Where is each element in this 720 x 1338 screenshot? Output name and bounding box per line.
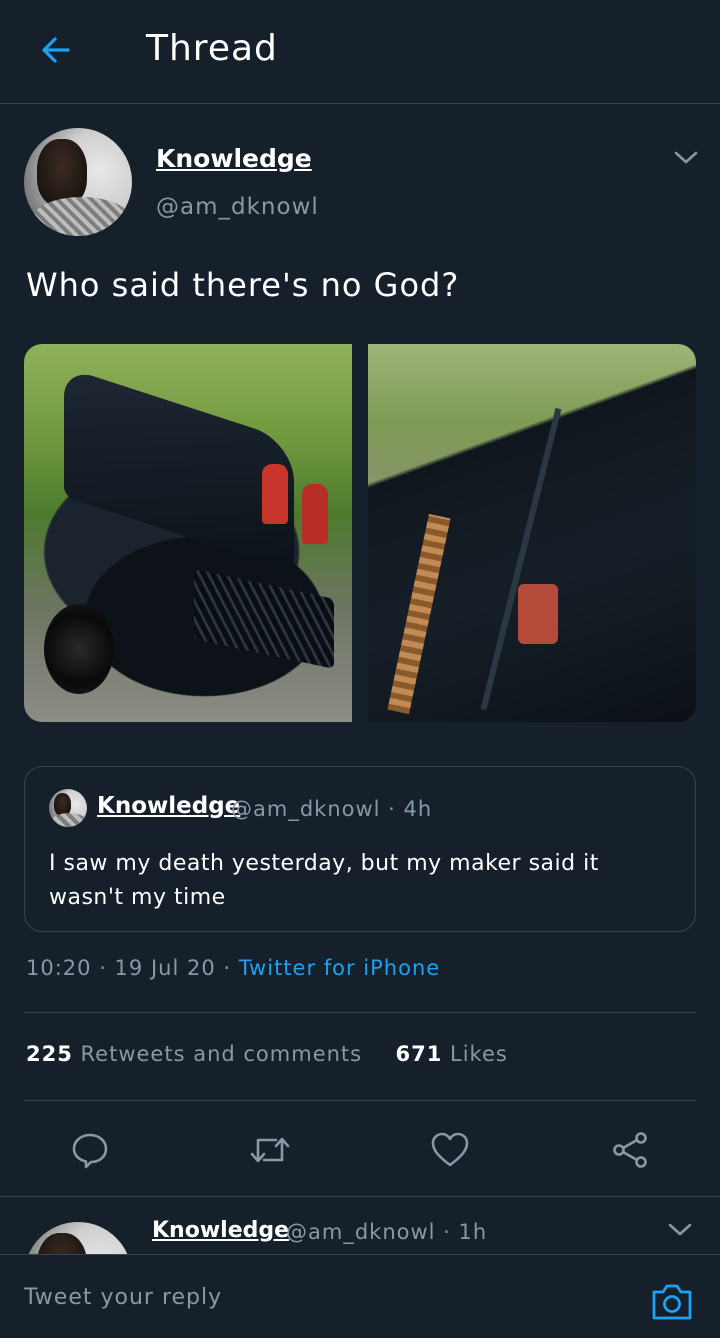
tweet-meta: 10:20 · 19 Jul 20 · Twitter for iPhone — [26, 956, 440, 980]
camera-button[interactable] — [648, 1281, 696, 1323]
author-name[interactable]: Knowledge — [156, 144, 312, 173]
retweets-label[interactable]: Retweets and comments — [81, 1042, 363, 1066]
quoted-author-meta: @am_dknowl · 4h — [231, 797, 433, 821]
reply-input[interactable] — [24, 1277, 604, 1317]
divider — [24, 1012, 696, 1013]
tweet-timestamp: 10:20 · 19 Jul 20 · — [26, 956, 239, 980]
divider — [24, 1100, 696, 1101]
camera-icon — [652, 1284, 692, 1320]
quoted-author-name: Knowledge — [97, 793, 241, 819]
likes-count[interactable]: 671 — [395, 1042, 442, 1066]
reply-composer — [0, 1254, 720, 1338]
tweet-source-link[interactable]: Twitter for iPhone — [239, 956, 441, 980]
heart-icon — [431, 1132, 469, 1167]
quoted-author-avatar — [49, 789, 87, 827]
chevron-down-icon — [668, 1223, 692, 1236]
like-button[interactable] — [426, 1126, 474, 1174]
reply-tweet-preview[interactable]: Knowledge @am_dknowl · 1h — [0, 1198, 720, 1254]
reply-options-button[interactable] — [660, 1210, 700, 1250]
back-arrow-icon — [42, 37, 70, 63]
page-title: Thread — [146, 28, 278, 69]
tweet-photo-1[interactable] — [24, 344, 352, 722]
reply-author-name[interactable]: Knowledge — [152, 1218, 289, 1243]
likes-label[interactable]: Likes — [450, 1042, 508, 1066]
author-handle: @am_dknowl — [156, 194, 319, 220]
share-button[interactable] — [606, 1126, 654, 1174]
author-avatar[interactable] — [24, 128, 132, 236]
quoted-tweet-text: I saw my death yesterday, but my maker s… — [49, 851, 599, 910]
back-button[interactable] — [34, 28, 78, 72]
reply-button[interactable] — [66, 1126, 114, 1174]
divider — [0, 1196, 720, 1197]
reply-icon — [72, 1133, 108, 1169]
retweet-button[interactable] — [246, 1126, 294, 1174]
tweet-text: Who said there's no God? — [26, 266, 460, 304]
retweets-count[interactable]: 225 — [26, 1042, 73, 1066]
quoted-tweet-card[interactable]: Knowledge @am_dknowl · 4h I saw my death… — [24, 766, 696, 932]
reply-author-meta: @am_dknowl · 1h — [286, 1220, 488, 1244]
tweet-stats: 225 Retweets and comments 671 Likes — [26, 1042, 508, 1066]
header-bar: Thread — [0, 0, 720, 104]
reply-author-avatar — [24, 1222, 132, 1254]
tweet-options-button[interactable] — [666, 138, 706, 178]
tweet-photo-2[interactable] — [368, 344, 696, 722]
retweet-icon — [250, 1137, 290, 1163]
chevron-down-icon — [674, 151, 698, 164]
share-icon — [613, 1132, 647, 1168]
